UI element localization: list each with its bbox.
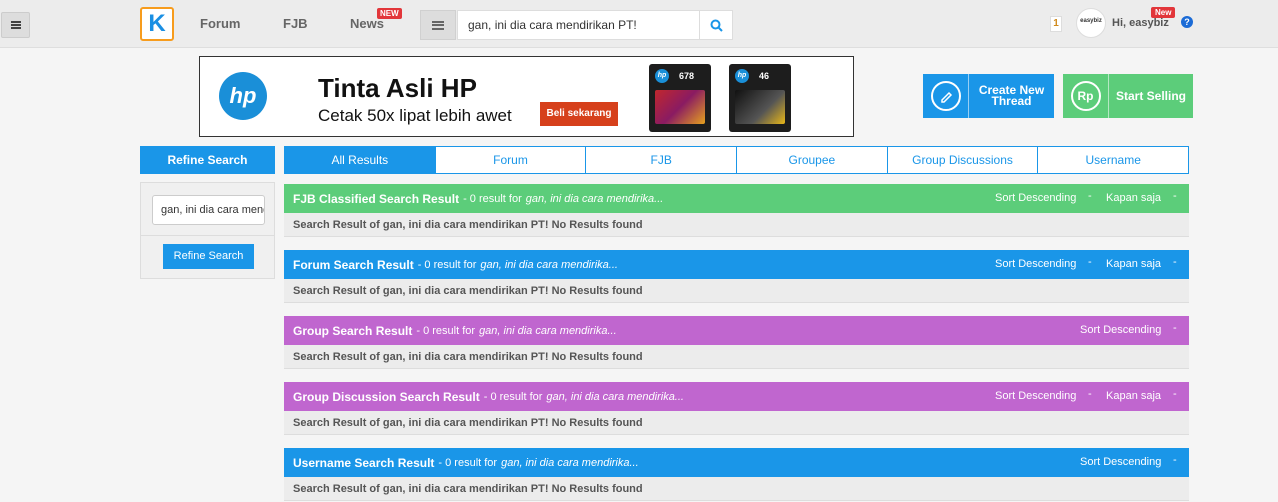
time-filter-dropdown[interactable]: Kapan saja bbox=[1106, 390, 1161, 402]
create-thread-icon-box bbox=[923, 74, 969, 118]
hp-ad-banner[interactable]: hp Tinta Asli HP Cetak 50x lipat lebih a… bbox=[199, 56, 854, 137]
time-caret-icon[interactable]: - bbox=[1173, 190, 1177, 202]
username-result-section: Username Search Result - 0 result for ga… bbox=[284, 448, 1189, 501]
sort-dropdown[interactable]: Sort Descending bbox=[1080, 456, 1161, 468]
pencil-icon bbox=[930, 81, 961, 111]
search-input[interactable]: gan, ini dia cara mendirikan PT! bbox=[457, 10, 699, 40]
logo-letter: K bbox=[148, 10, 166, 37]
section-query: gan, ini dia cara mendirika... bbox=[501, 456, 639, 469]
avatar[interactable]: easybiz bbox=[1076, 8, 1106, 38]
nav-fjb-link[interactable]: FJB bbox=[283, 16, 308, 31]
section-title[interactable]: Forum Search Result bbox=[293, 258, 414, 272]
section-body-message: Search Result of gan, ini dia cara mendi… bbox=[284, 279, 1189, 303]
section-body-message: Search Result of gan, ini dia cara mendi… bbox=[284, 411, 1189, 435]
group-discussion-result-section: Group Discussion Search Result - 0 resul… bbox=[284, 382, 1189, 435]
nav-forum-link[interactable]: Forum bbox=[200, 16, 240, 31]
section-title[interactable]: Username Search Result bbox=[293, 456, 434, 470]
section-meta: - 0 result for bbox=[463, 192, 522, 205]
search-icon bbox=[710, 19, 723, 32]
tab-forum[interactable]: Forum bbox=[434, 147, 586, 173]
section-header: Username Search Result - 0 result for ga… bbox=[284, 448, 1189, 477]
sort-caret-icon[interactable]: - bbox=[1173, 454, 1177, 466]
section-meta: - 0 result for bbox=[417, 258, 477, 271]
help-icon[interactable]: ? bbox=[1181, 16, 1193, 28]
hp-logo: hp bbox=[219, 72, 267, 120]
sort-dropdown[interactable]: Sort Descending bbox=[1080, 324, 1161, 336]
time-caret-icon[interactable]: - bbox=[1173, 256, 1177, 268]
section-query: gan, ini dia cara mendirika... bbox=[525, 192, 664, 205]
group-result-section: Group Search Result - 0 result for gan, … bbox=[284, 316, 1189, 369]
create-thread-label: Create New Thread bbox=[978, 83, 1045, 108]
section-title[interactable]: Group Search Result bbox=[293, 324, 412, 338]
cartridge-hp-logo: hp bbox=[735, 69, 749, 83]
section-query: gan, ini dia cara mendirika... bbox=[480, 258, 618, 271]
section-header: Group Discussion Search Result - 0 resul… bbox=[284, 382, 1189, 411]
start-selling-button[interactable]: Rp Start Selling bbox=[1063, 74, 1193, 118]
sort-caret-icon[interactable]: - bbox=[1088, 256, 1092, 268]
forum-result-section: Forum Search Result - 0 result for gan, … bbox=[284, 250, 1189, 303]
tab-groupee[interactable]: Groupee bbox=[736, 147, 887, 173]
create-thread-button[interactable]: Create New Thread bbox=[923, 74, 1054, 118]
notification-count[interactable]: 1 bbox=[1050, 16, 1062, 32]
search-category-menu-button[interactable] bbox=[420, 10, 456, 40]
tab-all-results[interactable]: All Results bbox=[285, 147, 435, 173]
section-header: Group Search Result - 0 result for gan, … bbox=[284, 316, 1189, 345]
section-meta: - 0 result for bbox=[483, 390, 543, 403]
user-greeting[interactable]: Hi, easybiz bbox=[1112, 17, 1169, 29]
ink-cartridge-black: hp 46 bbox=[729, 64, 791, 132]
top-navbar: K Forum FJB News NEW gan, ini dia cara m… bbox=[0, 0, 1278, 48]
sort-caret-icon[interactable]: - bbox=[1088, 388, 1092, 400]
sort-caret-icon[interactable]: - bbox=[1088, 190, 1092, 202]
refine-search-panel: gan, ini dia cara mendirikan PT! Refine … bbox=[140, 182, 275, 279]
divider bbox=[141, 235, 274, 236]
cartridge-hp-logo: hp bbox=[655, 69, 669, 83]
sort-dropdown[interactable]: Sort Descending bbox=[995, 258, 1076, 270]
section-title[interactable]: FJB Classified Search Result bbox=[293, 192, 459, 206]
hamburger-icon bbox=[10, 21, 21, 29]
time-filter-dropdown[interactable]: Kapan saja bbox=[1106, 192, 1161, 204]
search-button[interactable] bbox=[699, 10, 733, 40]
ink-cartridge-color: hp 678 bbox=[649, 64, 711, 132]
news-new-badge: NEW bbox=[377, 8, 402, 19]
sort-dropdown[interactable]: Sort Descending bbox=[995, 192, 1076, 204]
tab-group-discussions[interactable]: Group Discussions bbox=[886, 147, 1038, 173]
section-meta: - 0 result for bbox=[416, 324, 476, 337]
hamburger-menu-button[interactable] bbox=[1, 12, 30, 38]
section-header: FJB Classified Search Result - 0 result … bbox=[284, 184, 1189, 213]
section-title[interactable]: Group Discussion Search Result bbox=[293, 390, 480, 404]
section-query: gan, ini dia cara mendirika... bbox=[546, 390, 684, 403]
result-tabs: All Results Forum FJB Groupee Group Disc… bbox=[284, 146, 1189, 174]
rupiah-icon: Rp bbox=[1070, 81, 1101, 111]
list-icon bbox=[432, 20, 444, 30]
section-body-message: Search Result of gan, ini dia cara mendi… bbox=[284, 477, 1189, 501]
time-caret-icon[interactable]: - bbox=[1173, 388, 1177, 400]
avatar-text: easybiz bbox=[1080, 18, 1102, 24]
time-filter-dropdown[interactable]: Kapan saja bbox=[1106, 258, 1161, 270]
section-header: Forum Search Result - 0 result for gan, … bbox=[284, 250, 1189, 279]
refine-search-button[interactable]: Refine Search bbox=[163, 244, 254, 269]
kaskus-logo[interactable]: K bbox=[140, 7, 174, 41]
banner-title: Tinta Asli HP bbox=[318, 73, 477, 103]
refine-search-header: Refine Search bbox=[140, 146, 275, 174]
sort-dropdown[interactable]: Sort Descending bbox=[995, 390, 1076, 402]
start-selling-label: Start Selling bbox=[1115, 88, 1186, 103]
tab-fjb[interactable]: FJB bbox=[585, 147, 736, 173]
start-selling-icon-box: Rp bbox=[1063, 74, 1109, 118]
banner-subtitle: Cetak 50x lipat lebih awet bbox=[318, 106, 512, 125]
banner-buy-button[interactable]: Beli sekarang bbox=[540, 102, 618, 126]
cartridge-number: 46 bbox=[759, 71, 770, 81]
tab-username[interactable]: Username bbox=[1037, 147, 1188, 173]
cartridge-number: 678 bbox=[679, 71, 695, 81]
fjb-result-section: FJB Classified Search Result - 0 result … bbox=[284, 184, 1189, 237]
refine-search-input[interactable]: gan, ini dia cara mendirikan PT! bbox=[152, 195, 265, 225]
section-body-message: Search Result of gan, ini dia cara mendi… bbox=[284, 213, 1189, 237]
sort-caret-icon[interactable]: - bbox=[1173, 322, 1177, 334]
cartridge-label bbox=[655, 90, 705, 124]
section-query: gan, ini dia cara mendirika... bbox=[479, 324, 617, 337]
section-body-message: Search Result of gan, ini dia cara mendi… bbox=[284, 345, 1189, 369]
cartridge-label bbox=[735, 90, 785, 124]
section-meta: - 0 result for bbox=[438, 456, 498, 469]
